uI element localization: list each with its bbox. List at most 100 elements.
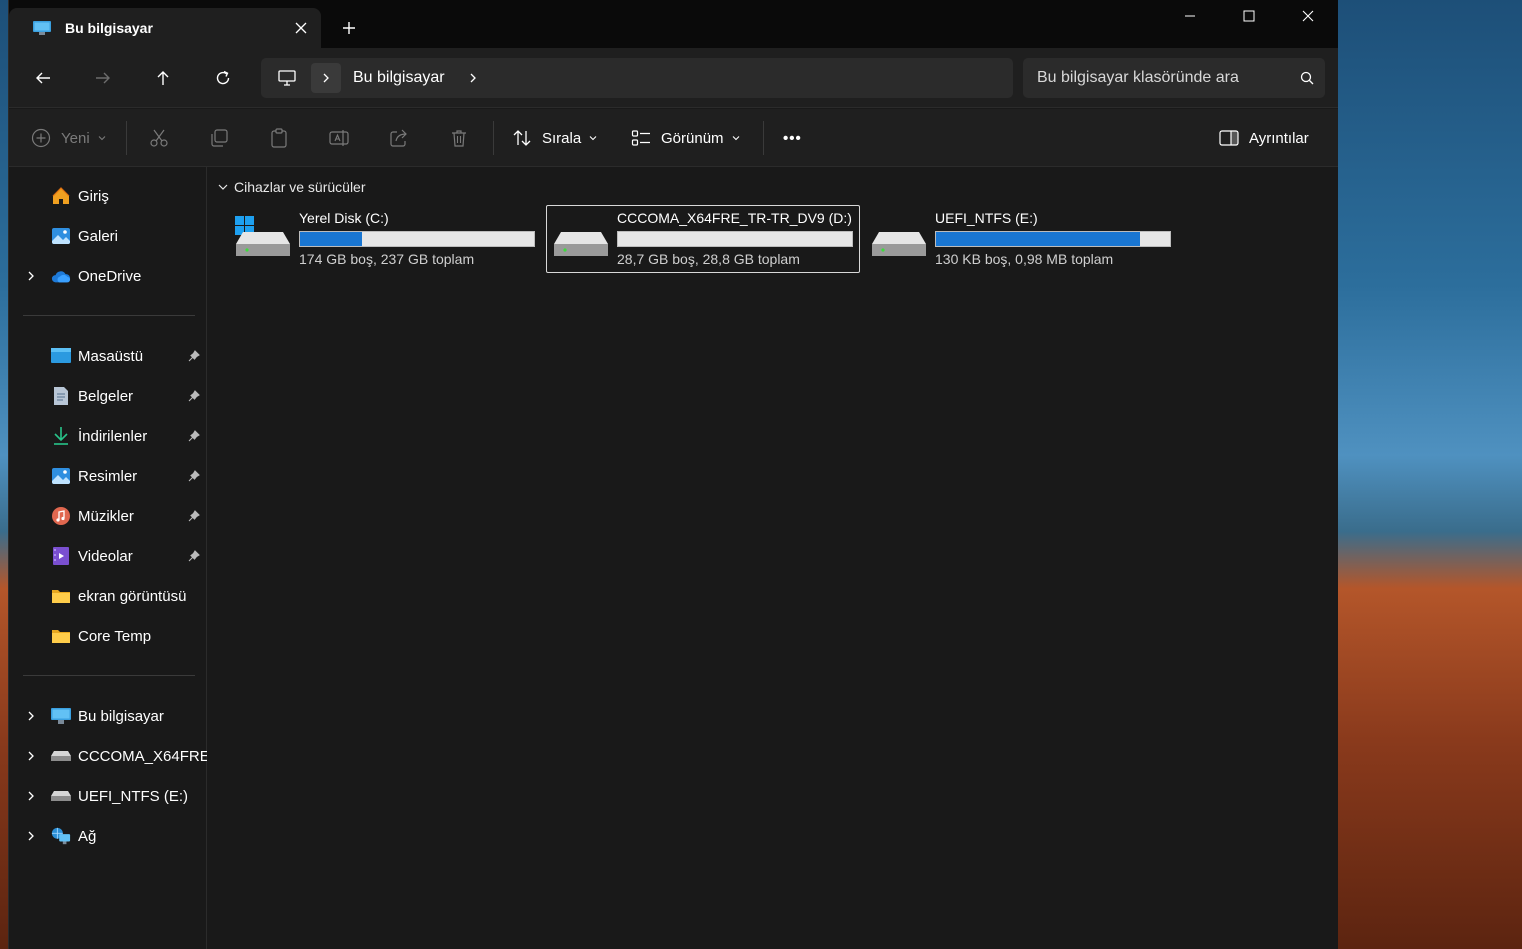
chevron-right-icon: [470, 73, 476, 83]
sidebar-item-label: İndirilenler: [78, 427, 148, 445]
chevron-right-icon: [323, 73, 329, 83]
breadcrumb-item[interactable]: Bu bilgisayar: [353, 69, 445, 87]
copy-button[interactable]: [209, 121, 229, 155]
sidebar-item-label: Videolar: [78, 547, 133, 565]
sort-icon: [513, 130, 531, 146]
drive-icon: [872, 232, 926, 256]
file-explorer-window: Bu bilgisayar Bu bilgisayar Bu bilgisaya…: [8, 0, 1338, 949]
rename-icon: [329, 130, 349, 146]
arrow-left-icon: [36, 72, 50, 84]
maximize-button[interactable]: [1220, 0, 1278, 32]
chevron-down-icon: [589, 136, 597, 141]
search-icon[interactable]: [1289, 71, 1325, 85]
sidebar-item-ekran-goruntusu[interactable]: ekran görüntüsü: [9, 578, 207, 614]
content-area: Cihazlar ve sürücüler Yerel Disk (C:) 17…: [208, 167, 1338, 949]
chevron-down-icon: [98, 136, 106, 141]
sidebar-item-onedrive[interactable]: OneDrive: [9, 258, 207, 294]
drive-item-e[interactable]: UEFI_NTFS (E:) 130 KB boş, 0,98 MB topla…: [864, 205, 1178, 273]
sort-button[interactable]: Sırala: [512, 121, 597, 155]
address-bar[interactable]: Bu bilgisayar: [261, 58, 1013, 98]
chevron-right-icon[interactable]: [23, 708, 39, 724]
sidebar-item-ag[interactable]: Ağ: [9, 818, 207, 854]
rename-button[interactable]: [329, 121, 349, 155]
drive-usage-bar: [935, 231, 1171, 247]
sidebar-item-label: Müzikler: [78, 507, 134, 525]
drive-usage-bar: [617, 231, 853, 247]
maximize-icon: [1243, 10, 1255, 22]
folder-icon: [51, 626, 71, 646]
sidebar-item-label: OneDrive: [78, 267, 142, 285]
search-input[interactable]: Bu bilgisayar klasöründe ara: [1037, 69, 1289, 87]
copy-icon: [211, 129, 228, 147]
home-icon: [51, 186, 71, 206]
refresh-button[interactable]: [207, 62, 239, 94]
sidebar-item-belgeler[interactable]: Belgeler: [9, 378, 207, 414]
sidebar-item-videolar[interactable]: Videolar: [9, 538, 207, 574]
drive-usage-bar: [299, 231, 535, 247]
breadcrumb-chevron[interactable]: [461, 66, 485, 90]
drive-icon: [51, 786, 71, 806]
desktop-icon: [51, 346, 71, 366]
drive-size-text: 174 GB boş, 237 GB toplam: [299, 251, 475, 267]
gallery-icon: [51, 226, 71, 246]
sidebar-item-indirilenler[interactable]: İndirilenler: [9, 418, 207, 454]
breadcrumb-chevron[interactable]: [311, 63, 341, 93]
sidebar-item-drive-d[interactable]: CCCOMA_X64FRE_TR-TR_DV9 (D:): [9, 738, 207, 774]
network-icon: [51, 826, 71, 846]
address-pc-button[interactable]: [271, 64, 303, 92]
chevron-right-icon[interactable]: [23, 828, 39, 844]
divider: [763, 121, 764, 155]
pin-icon: [187, 509, 201, 523]
delete-button[interactable]: [449, 121, 469, 155]
sidebar-item-muzikler[interactable]: Müzikler: [9, 498, 207, 534]
group-header[interactable]: Cihazlar ve sürücüler: [218, 179, 366, 195]
sidebar-item-resimler[interactable]: Resimler: [9, 458, 207, 494]
minimize-button[interactable]: [1161, 0, 1219, 32]
navigation-pane: Giriş Galeri OneDrive Masaüstü Belgeler …: [9, 167, 207, 949]
drive-item-c[interactable]: Yerel Disk (C:) 174 GB boş, 237 GB topla…: [228, 205, 542, 273]
documents-icon: [51, 386, 71, 406]
sidebar-item-label: UEFI_NTFS (E:): [78, 787, 189, 805]
pin-icon: [187, 429, 201, 443]
chevron-right-icon[interactable]: [23, 788, 39, 804]
paste-button[interactable]: [269, 121, 289, 155]
scissors-icon: [150, 129, 168, 147]
sidebar-item-core-temp[interactable]: Core Temp: [9, 618, 207, 654]
new-tab-button[interactable]: [333, 12, 365, 44]
sidebar-item-galeri[interactable]: Galeri: [9, 218, 207, 254]
navigation-bar: Bu bilgisayar Bu bilgisayar klasöründe a…: [9, 48, 1338, 108]
divider: [493, 121, 494, 155]
view-button[interactable]: Görünüm: [631, 121, 740, 155]
sidebar-item-label: Galeri: [78, 227, 119, 245]
details-pane-button[interactable]: Ayrıntılar: [1219, 121, 1309, 155]
sidebar-item-drive-e[interactable]: UEFI_NTFS (E:): [9, 778, 207, 814]
sidebar-item-bu-bilgisayar[interactable]: Bu bilgisayar: [9, 698, 207, 734]
chevron-right-icon[interactable]: [23, 268, 39, 284]
more-options-button[interactable]: •••: [783, 121, 802, 155]
sidebar-item-label: Belgeler: [78, 387, 134, 405]
system-drive-icon: [235, 216, 290, 256]
pin-icon: [187, 389, 201, 403]
sidebar-item-masaustu[interactable]: Masaüstü: [9, 338, 207, 374]
up-button[interactable]: [147, 62, 179, 94]
trash-icon: [452, 130, 466, 147]
new-label: Yeni: [61, 129, 90, 147]
sidebar-item-label: CCCOMA_X64FRE_TR-TR_DV9 (D:): [78, 747, 207, 765]
download-icon: [51, 426, 71, 446]
drive-size-text: 130 KB boş, 0,98 MB toplam: [935, 251, 1114, 267]
chevron-right-icon[interactable]: [23, 748, 39, 764]
clipboard-icon: [271, 128, 287, 148]
sidebar-item-giris[interactable]: Giriş: [9, 178, 207, 214]
tab-close-button[interactable]: [281, 8, 321, 48]
cut-button[interactable]: [149, 121, 169, 155]
back-button[interactable]: [27, 62, 59, 94]
share-button[interactable]: [389, 121, 409, 155]
tab-bu-bilgisayar[interactable]: Bu bilgisayar: [9, 8, 321, 48]
drive-item-d[interactable]: CCCOMA_X64FRE_TR-TR_DV9 (D:) 28,7 GB boş…: [546, 205, 860, 273]
close-window-button[interactable]: [1279, 0, 1337, 32]
divider: [126, 121, 127, 155]
drive-icon: [51, 746, 71, 766]
forward-button[interactable]: [87, 62, 119, 94]
new-button[interactable]: Yeni: [31, 121, 106, 155]
search-box[interactable]: Bu bilgisayar klasöründe ara: [1023, 58, 1325, 98]
